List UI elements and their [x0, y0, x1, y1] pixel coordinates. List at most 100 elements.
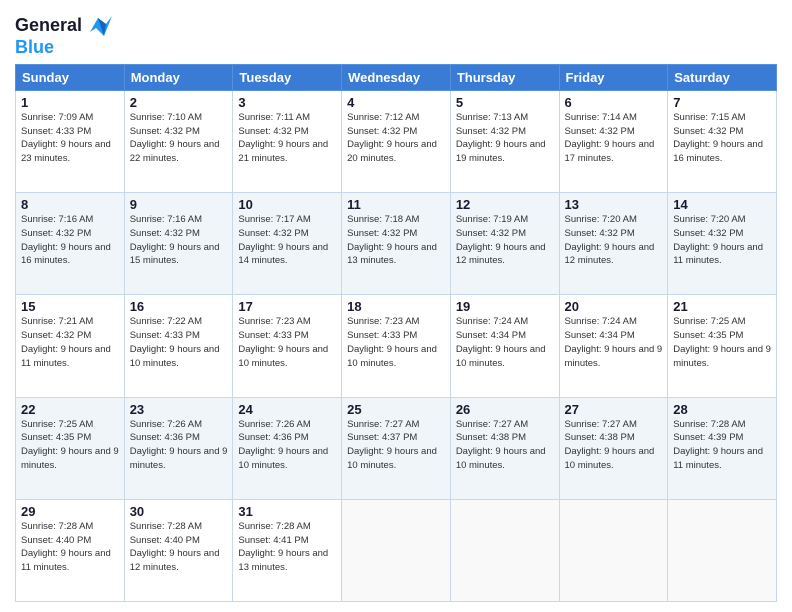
day-cell: 18Sunrise: 7:23 AMSunset: 4:33 PMDayligh…	[342, 295, 451, 397]
logo-line2: Blue	[15, 38, 112, 58]
day-detail: Sunrise: 7:16 AMSunset: 4:32 PMDaylight:…	[21, 213, 119, 268]
day-number: 26	[456, 402, 554, 417]
col-header-sunday: Sunday	[16, 64, 125, 90]
day-cell: 26Sunrise: 7:27 AMSunset: 4:38 PMDayligh…	[450, 397, 559, 499]
day-detail: Sunrise: 7:23 AMSunset: 4:33 PMDaylight:…	[347, 315, 445, 370]
day-detail: Sunrise: 7:15 AMSunset: 4:32 PMDaylight:…	[673, 111, 771, 166]
day-cell: 23Sunrise: 7:26 AMSunset: 4:36 PMDayligh…	[124, 397, 233, 499]
day-detail: Sunrise: 7:26 AMSunset: 4:36 PMDaylight:…	[238, 418, 336, 473]
day-cell	[559, 499, 668, 601]
day-number: 25	[347, 402, 445, 417]
day-cell: 14Sunrise: 7:20 AMSunset: 4:32 PMDayligh…	[668, 193, 777, 295]
day-cell: 22Sunrise: 7:25 AMSunset: 4:35 PMDayligh…	[16, 397, 125, 499]
logo-bird-icon	[84, 14, 112, 38]
day-number: 6	[565, 95, 663, 110]
day-cell: 25Sunrise: 7:27 AMSunset: 4:37 PMDayligh…	[342, 397, 451, 499]
day-number: 28	[673, 402, 771, 417]
day-number: 18	[347, 299, 445, 314]
day-detail: Sunrise: 7:27 AMSunset: 4:38 PMDaylight:…	[456, 418, 554, 473]
day-number: 22	[21, 402, 119, 417]
day-detail: Sunrise: 7:21 AMSunset: 4:32 PMDaylight:…	[21, 315, 119, 370]
day-detail: Sunrise: 7:17 AMSunset: 4:32 PMDaylight:…	[238, 213, 336, 268]
day-detail: Sunrise: 7:12 AMSunset: 4:32 PMDaylight:…	[347, 111, 445, 166]
header-row: SundayMondayTuesdayWednesdayThursdayFrid…	[16, 64, 777, 90]
day-cell: 8Sunrise: 7:16 AMSunset: 4:32 PMDaylight…	[16, 193, 125, 295]
day-detail: Sunrise: 7:16 AMSunset: 4:32 PMDaylight:…	[130, 213, 228, 268]
day-cell: 2Sunrise: 7:10 AMSunset: 4:32 PMDaylight…	[124, 90, 233, 192]
day-cell: 16Sunrise: 7:22 AMSunset: 4:33 PMDayligh…	[124, 295, 233, 397]
page: General Blue SundayMondayTuesdayWednesda…	[0, 0, 792, 612]
day-detail: Sunrise: 7:28 AMSunset: 4:40 PMDaylight:…	[21, 520, 119, 575]
logo-line1: General	[15, 16, 82, 36]
day-detail: Sunrise: 7:13 AMSunset: 4:32 PMDaylight:…	[456, 111, 554, 166]
day-number: 24	[238, 402, 336, 417]
week-row: 29Sunrise: 7:28 AMSunset: 4:40 PMDayligh…	[16, 499, 777, 601]
day-number: 27	[565, 402, 663, 417]
day-detail: Sunrise: 7:28 AMSunset: 4:41 PMDaylight:…	[238, 520, 336, 575]
header: General Blue	[15, 10, 777, 58]
day-cell: 15Sunrise: 7:21 AMSunset: 4:32 PMDayligh…	[16, 295, 125, 397]
day-cell: 11Sunrise: 7:18 AMSunset: 4:32 PMDayligh…	[342, 193, 451, 295]
day-cell: 1Sunrise: 7:09 AMSunset: 4:33 PMDaylight…	[16, 90, 125, 192]
day-cell: 27Sunrise: 7:27 AMSunset: 4:38 PMDayligh…	[559, 397, 668, 499]
day-detail: Sunrise: 7:20 AMSunset: 4:32 PMDaylight:…	[565, 213, 663, 268]
day-cell: 10Sunrise: 7:17 AMSunset: 4:32 PMDayligh…	[233, 193, 342, 295]
day-number: 10	[238, 197, 336, 212]
logo: General Blue	[15, 14, 112, 58]
day-detail: Sunrise: 7:11 AMSunset: 4:32 PMDaylight:…	[238, 111, 336, 166]
day-number: 8	[21, 197, 119, 212]
day-number: 23	[130, 402, 228, 417]
day-cell: 19Sunrise: 7:24 AMSunset: 4:34 PMDayligh…	[450, 295, 559, 397]
day-detail: Sunrise: 7:27 AMSunset: 4:38 PMDaylight:…	[565, 418, 663, 473]
day-number: 19	[456, 299, 554, 314]
day-cell	[450, 499, 559, 601]
col-header-friday: Friday	[559, 64, 668, 90]
day-detail: Sunrise: 7:20 AMSunset: 4:32 PMDaylight:…	[673, 213, 771, 268]
col-header-wednesday: Wednesday	[342, 64, 451, 90]
day-detail: Sunrise: 7:18 AMSunset: 4:32 PMDaylight:…	[347, 213, 445, 268]
day-number: 20	[565, 299, 663, 314]
day-number: 31	[238, 504, 336, 519]
day-cell: 21Sunrise: 7:25 AMSunset: 4:35 PMDayligh…	[668, 295, 777, 397]
day-cell: 4Sunrise: 7:12 AMSunset: 4:32 PMDaylight…	[342, 90, 451, 192]
day-cell: 31Sunrise: 7:28 AMSunset: 4:41 PMDayligh…	[233, 499, 342, 601]
col-header-monday: Monday	[124, 64, 233, 90]
day-detail: Sunrise: 7:10 AMSunset: 4:32 PMDaylight:…	[130, 111, 228, 166]
day-detail: Sunrise: 7:24 AMSunset: 4:34 PMDaylight:…	[565, 315, 663, 370]
day-cell	[342, 499, 451, 601]
day-number: 17	[238, 299, 336, 314]
day-number: 4	[347, 95, 445, 110]
day-detail: Sunrise: 7:14 AMSunset: 4:32 PMDaylight:…	[565, 111, 663, 166]
day-detail: Sunrise: 7:25 AMSunset: 4:35 PMDaylight:…	[673, 315, 771, 370]
day-cell: 28Sunrise: 7:28 AMSunset: 4:39 PMDayligh…	[668, 397, 777, 499]
calendar-body: 1Sunrise: 7:09 AMSunset: 4:33 PMDaylight…	[16, 90, 777, 601]
day-cell: 30Sunrise: 7:28 AMSunset: 4:40 PMDayligh…	[124, 499, 233, 601]
day-cell: 29Sunrise: 7:28 AMSunset: 4:40 PMDayligh…	[16, 499, 125, 601]
day-number: 1	[21, 95, 119, 110]
day-number: 29	[21, 504, 119, 519]
day-number: 13	[565, 197, 663, 212]
day-number: 21	[673, 299, 771, 314]
day-detail: Sunrise: 7:23 AMSunset: 4:33 PMDaylight:…	[238, 315, 336, 370]
week-row: 22Sunrise: 7:25 AMSunset: 4:35 PMDayligh…	[16, 397, 777, 499]
week-row: 15Sunrise: 7:21 AMSunset: 4:32 PMDayligh…	[16, 295, 777, 397]
day-detail: Sunrise: 7:19 AMSunset: 4:32 PMDaylight:…	[456, 213, 554, 268]
day-cell: 6Sunrise: 7:14 AMSunset: 4:32 PMDaylight…	[559, 90, 668, 192]
day-number: 2	[130, 95, 228, 110]
week-row: 1Sunrise: 7:09 AMSunset: 4:33 PMDaylight…	[16, 90, 777, 192]
day-detail: Sunrise: 7:24 AMSunset: 4:34 PMDaylight:…	[456, 315, 554, 370]
day-cell	[668, 499, 777, 601]
day-cell: 24Sunrise: 7:26 AMSunset: 4:36 PMDayligh…	[233, 397, 342, 499]
day-number: 7	[673, 95, 771, 110]
day-detail: Sunrise: 7:28 AMSunset: 4:40 PMDaylight:…	[130, 520, 228, 575]
day-cell: 9Sunrise: 7:16 AMSunset: 4:32 PMDaylight…	[124, 193, 233, 295]
day-detail: Sunrise: 7:27 AMSunset: 4:37 PMDaylight:…	[347, 418, 445, 473]
day-detail: Sunrise: 7:28 AMSunset: 4:39 PMDaylight:…	[673, 418, 771, 473]
day-detail: Sunrise: 7:26 AMSunset: 4:36 PMDaylight:…	[130, 418, 228, 473]
day-number: 16	[130, 299, 228, 314]
col-header-tuesday: Tuesday	[233, 64, 342, 90]
day-number: 15	[21, 299, 119, 314]
day-number: 9	[130, 197, 228, 212]
day-cell: 3Sunrise: 7:11 AMSunset: 4:32 PMDaylight…	[233, 90, 342, 192]
day-number: 12	[456, 197, 554, 212]
